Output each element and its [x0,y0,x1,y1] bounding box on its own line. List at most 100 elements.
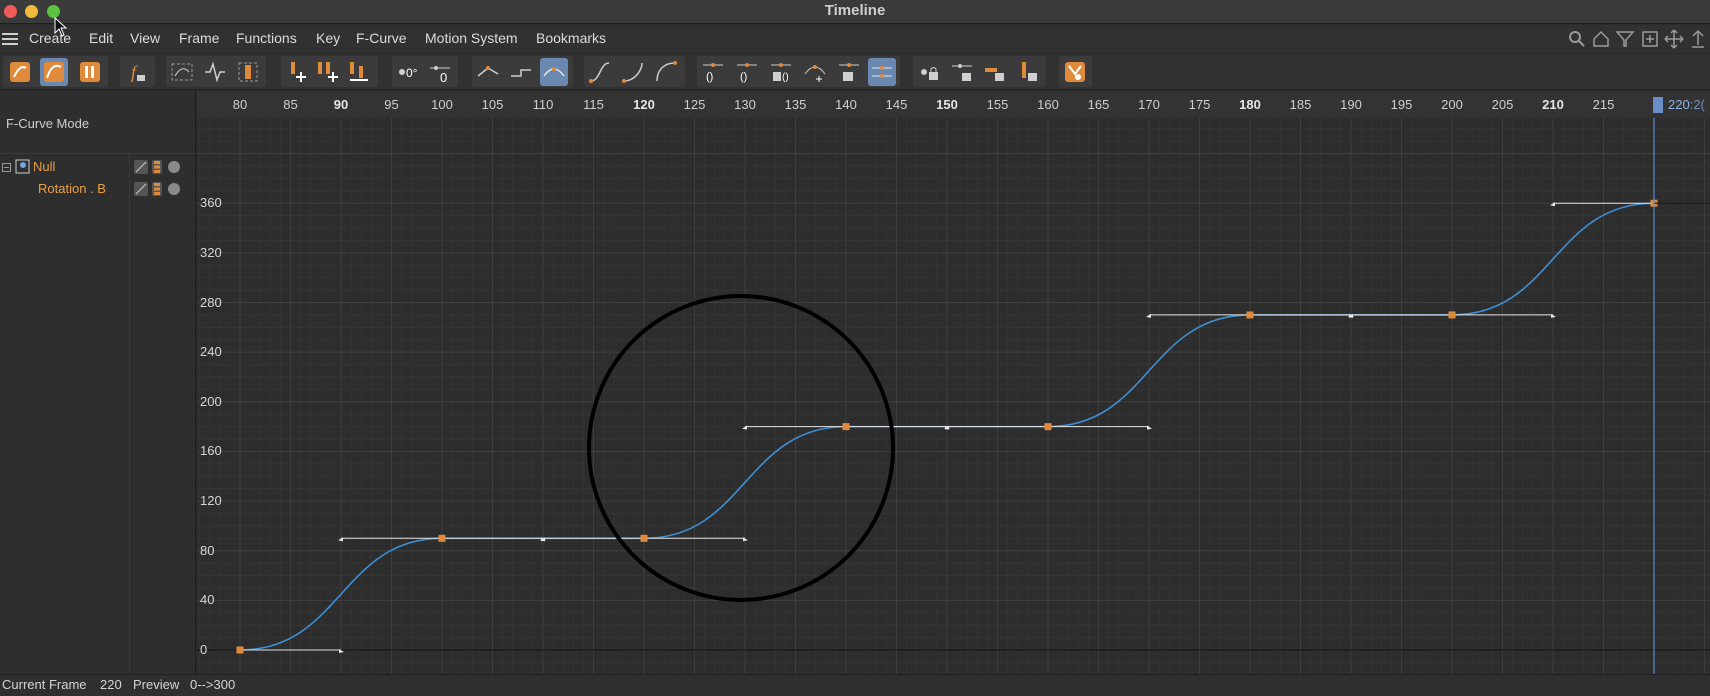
linear-tangent-icon[interactable] [474,58,502,86]
tree-column-divider [129,154,130,674]
move-icon[interactable] [1664,29,1684,49]
ruler-tick-145: 145 [885,97,908,112]
ruler-tick-185: 185 [1289,97,1312,112]
preview-range: 0-->300 [190,677,236,692]
object-tree-panel: F-Curve Mode Null Rotation . B [0,91,196,674]
svg-text:0°: 0° [406,66,418,80]
menu-view[interactable]: View [130,30,160,46]
ease-in-out-icon[interactable] [586,58,614,86]
current-frame-label: Current Frame [2,677,87,692]
home-icon[interactable] [1591,29,1611,49]
svg-text:0: 0 [440,70,447,84]
y-axis-label-160: 160 [200,443,222,459]
menu-functions[interactable]: Functions [236,30,297,46]
search-icon[interactable] [1567,29,1587,49]
tree-item-rotation-b[interactable]: Rotation . B [38,181,106,196]
key-preset-icon[interactable] [1061,58,1089,86]
curve-select-icon[interactable] [168,58,196,86]
wave-icon[interactable] [201,58,229,86]
menu-bar: Create Edit View Frame Functions Key F-C… [0,25,1710,53]
menu-bookmarks[interactable]: Bookmarks [536,30,606,46]
solo-dot-icon[interactable] [168,161,180,173]
ruler-tick-190: 190 [1340,97,1362,112]
tree-separator [0,153,196,154]
fcurve-graph[interactable] [197,118,1710,674]
menu-motion-system[interactable]: Motion System [425,30,518,46]
mode-label: F-Curve Mode [6,116,90,131]
keyframe-120 [640,534,648,542]
filter-icon[interactable] [1615,29,1635,49]
keyframe-160 [1044,423,1052,431]
y-axis-label-360: 360 [200,195,222,211]
ruler-tick-165: 165 [1087,97,1110,112]
mode-group [3,56,108,87]
ruler-tick-140: 140 [835,97,857,112]
current-frame-marker[interactable] [1653,97,1663,113]
layer-bars-icon[interactable] [152,160,162,174]
preview-label: Preview [133,677,180,692]
pin-icon[interactable] [1688,29,1708,49]
keyframe-100 [438,534,446,542]
menu-frame[interactable]: Frame [179,30,219,46]
ruler-tick-90: 90 [333,97,349,112]
curve-toggle-icon-2[interactable] [134,182,148,196]
ruler-tick-85: 85 [283,97,298,112]
add-layer-icon[interactable] [1640,29,1660,49]
remove-overshoot-icon[interactable] [801,58,829,86]
frame-ruler[interactable]: 80 85 90 95 100 105 110 115 120 125 130 135 140 145 15… [197,91,1710,118]
ruler-tick-125: 125 [683,97,706,112]
menu-fcurve[interactable]: F-Curve [356,30,407,46]
ruler-tick-130: 130 [734,97,756,112]
lock-tangent-icon[interactable] [868,58,896,86]
layer-bars-icon-2[interactable] [152,182,162,196]
ease-group [584,56,685,87]
auto-tangent-icon[interactable]: () [699,58,727,86]
menu-key[interactable]: Key [316,30,340,46]
tree-item-null[interactable]: Null [33,159,55,174]
solo-dot-icon-2[interactable] [168,183,180,195]
function-view-icon[interactable]: f [123,58,151,86]
ease-out-icon[interactable] [652,58,680,86]
dopesheet-mode-icon[interactable] [76,58,104,86]
lock-angle-icon[interactable] [915,58,943,86]
add-keys-icon[interactable] [314,58,342,86]
ruler-tick-120: 120 [633,97,655,112]
collapse-icon[interactable] [2,163,12,173]
ruler-tick-180: 180 [1239,97,1261,112]
ruler-tick-115: 115 [583,97,604,112]
weighted-icon[interactable]: () [767,58,795,86]
y-axis-label-280: 280 [200,294,222,310]
keyframe-180 [1246,311,1254,319]
view-group [166,56,266,87]
zero-angle-icon[interactable]: 0° [394,58,422,86]
ruler-tick-200: 200 [1441,97,1463,112]
y-axis-label-40: 40 [200,592,215,608]
menu-edit[interactable]: Edit [89,30,113,46]
fcurve-mode-icon[interactable] [40,58,68,86]
ruler-tick-205: 205 [1491,97,1514,112]
clamp-icon[interactable]: () [733,58,761,86]
lock-value-icon[interactable] [981,58,1009,86]
lock-length-icon[interactable] [948,58,976,86]
hamburger-menu-icon[interactable] [2,33,18,45]
lock-time-icon[interactable] [1014,58,1042,86]
zero-group: 0° 0 [392,56,458,87]
ease-in-icon[interactable] [619,58,647,86]
current-frame-value: 220 [100,677,122,692]
y-axis-label-80: 80 [200,542,215,558]
mouse-cursor-icon [54,17,68,37]
range-icon[interactable] [234,58,262,86]
key-mode-icon[interactable] [6,58,34,86]
add-key-icon[interactable] [283,58,311,86]
insert-key-icon[interactable] [345,58,373,86]
spline-tangent-icon[interactable] [540,58,568,86]
ruler-tick-160: 160 [1037,97,1059,112]
curve-toggle-icon[interactable] [134,160,148,174]
zero-length-icon[interactable]: 0 [426,58,454,86]
step-tangent-icon[interactable] [507,58,535,86]
status-bar: Current Frame 220 Preview 0-->300 [0,674,1710,696]
ruler-tick-110: 110 [532,97,554,112]
ruler-tick-210: 210 [1542,97,1564,112]
break-tangent-icon[interactable] [835,58,863,86]
y-axis-label-0: 0 [200,642,208,657]
